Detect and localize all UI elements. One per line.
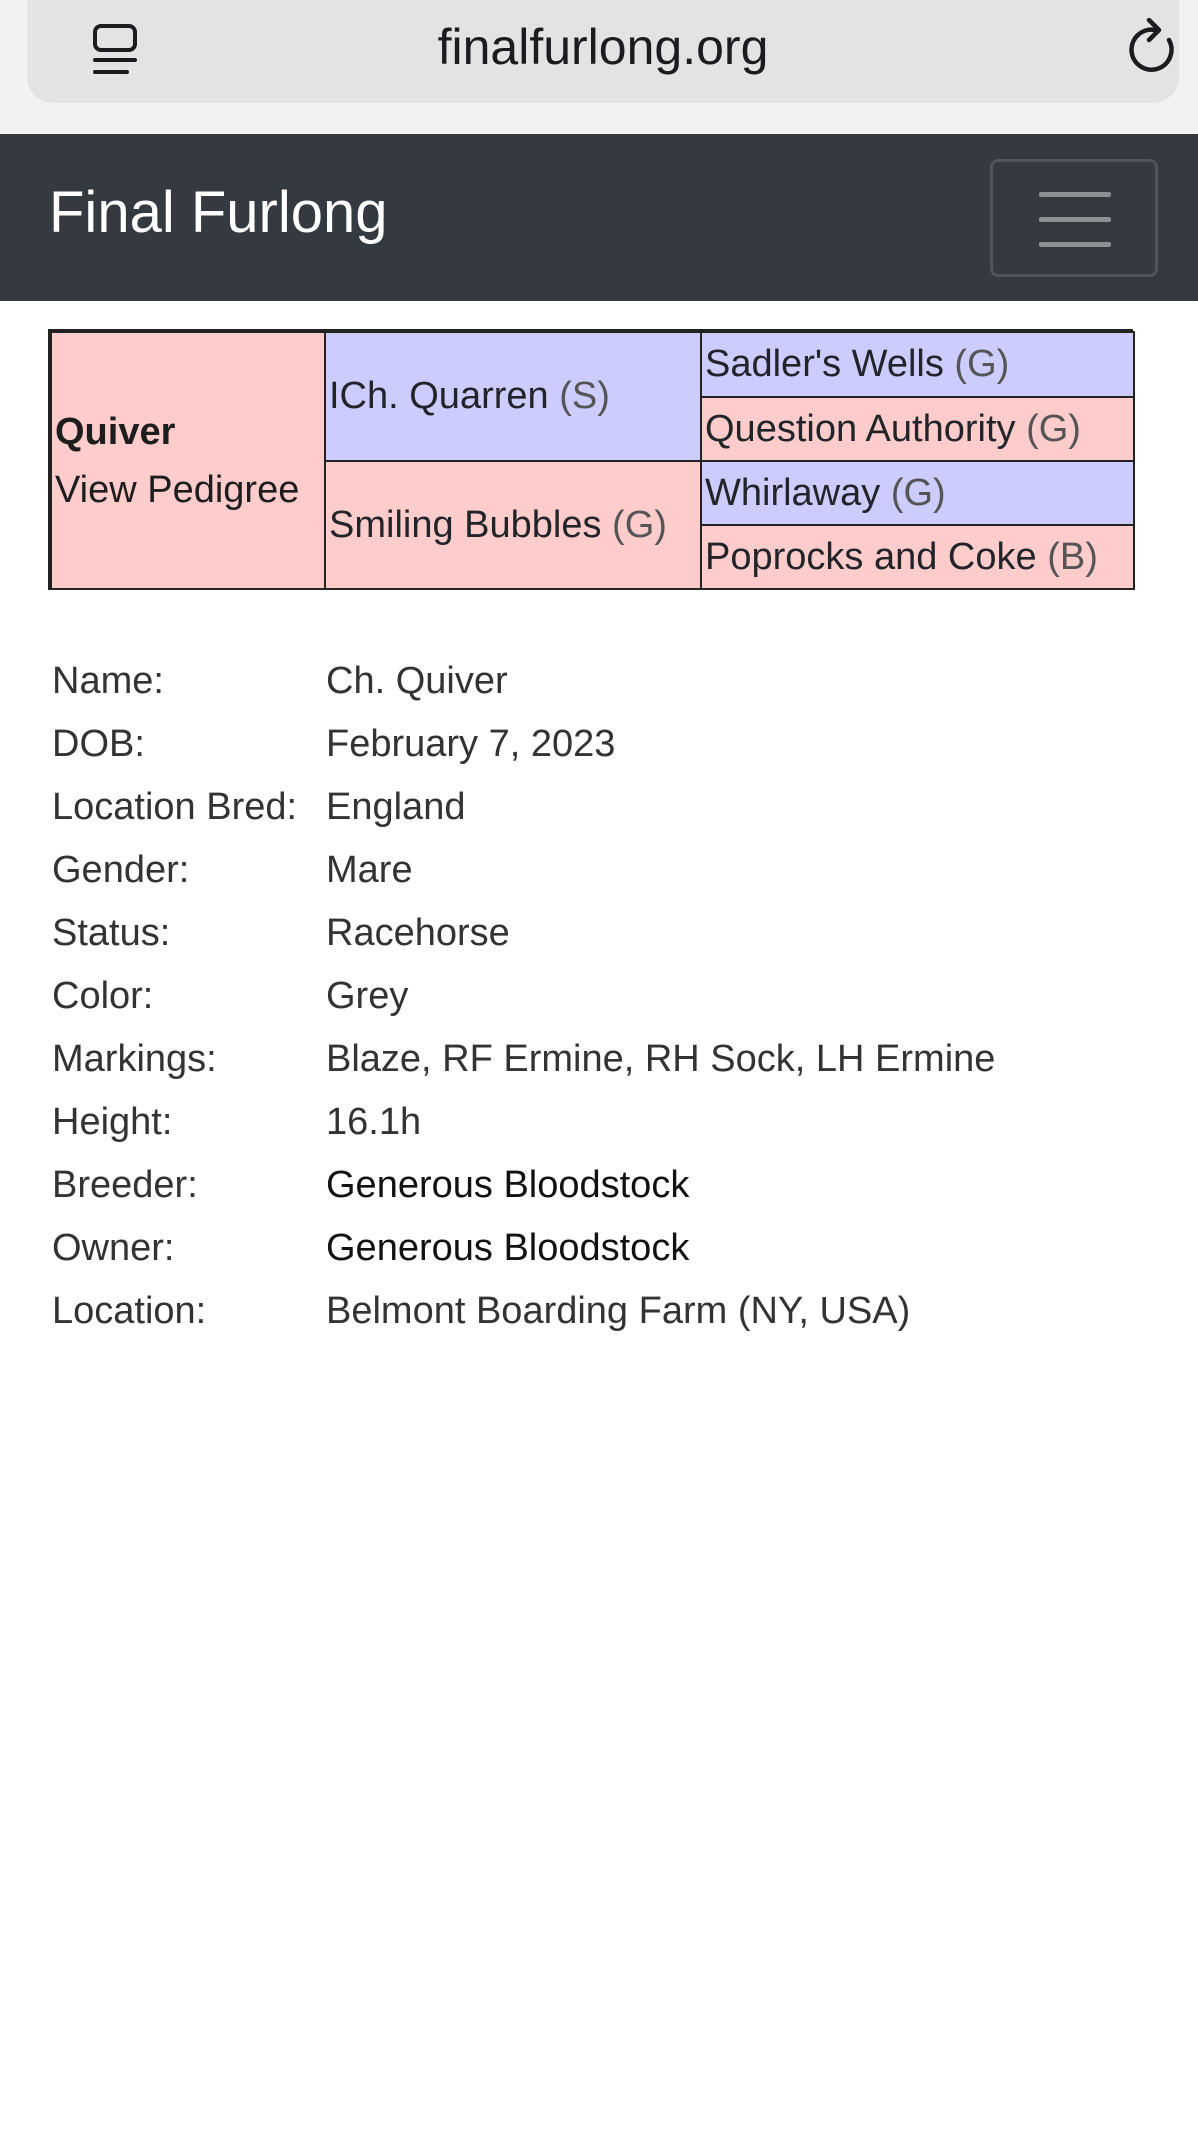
- pedigree-sire-dam-cell[interactable]: Question Authority (G): [700, 396, 1135, 462]
- detail-value: Ch. Quiver: [326, 660, 508, 702]
- dam-sire-tag: (G): [890, 471, 946, 514]
- detail-value: Belmont Boarding Farm (NY, USA): [326, 1290, 911, 1332]
- detail-value: England: [326, 786, 466, 828]
- detail-row-status: Status: Racehorse: [52, 902, 1152, 965]
- sire-dam-name[interactable]: Question Authority: [705, 408, 1016, 451]
- address-bar[interactable]: finalfurlong.org: [27, 0, 1179, 103]
- detail-row-markings: Markings: Blaze, RF Ermine, RH Sock, LH …: [52, 1028, 1152, 1091]
- dam-dam-name[interactable]: Poprocks and Coke: [705, 536, 1037, 579]
- horse-name[interactable]: Quiver: [55, 403, 175, 461]
- pedigree-horse-cell: Quiver View Pedigree: [50, 331, 326, 590]
- detail-row-gender: Gender: Mare: [52, 839, 1152, 902]
- sire-sire-name[interactable]: Sadler's Wells: [705, 343, 944, 386]
- detail-row-dob: DOB: February 7, 2023: [52, 713, 1152, 776]
- detail-label: Location:: [52, 1290, 207, 1332]
- navbar-toggler-button[interactable]: [990, 159, 1158, 277]
- sire-sire-tag: (G): [954, 343, 1010, 385]
- detail-value: 16.1h: [326, 1101, 422, 1143]
- detail-label: Owner:: [52, 1227, 175, 1269]
- horse-details: Name: Ch. Quiver DOB: February 7, 2023 L…: [52, 650, 1152, 1343]
- detail-label: Breeder:: [52, 1164, 198, 1206]
- pedigree-dam-dam-cell[interactable]: Poprocks and Coke (B): [700, 524, 1135, 590]
- view-pedigree-link[interactable]: View Pedigree: [55, 461, 299, 519]
- reload-icon[interactable]: [1125, 18, 1179, 78]
- detail-label: Name:: [52, 660, 164, 702]
- sire-tag: (S): [559, 375, 610, 417]
- detail-label: DOB:: [52, 723, 145, 765]
- browser-toolbar: finalfurlong.org: [0, 0, 1198, 134]
- pedigree-sire-cell[interactable]: ICh. Quarren (S): [324, 331, 702, 462]
- breeder-link[interactable]: Generous Bloodstock: [326, 1154, 689, 1217]
- detail-row-color: Color: Grey: [52, 965, 1152, 1028]
- owner-link[interactable]: Generous Bloodstock: [326, 1217, 689, 1280]
- detail-value: Blaze, RF Ermine, RH Sock, LH Ermine: [326, 1038, 996, 1080]
- dam-name[interactable]: Smiling Bubbles: [329, 504, 601, 547]
- detail-value: Grey: [326, 975, 409, 1017]
- detail-label: Markings:: [52, 1038, 217, 1080]
- pedigree-table: Quiver View Pedigree ICh. Quarren (S) Sm…: [48, 329, 1135, 590]
- sire-name[interactable]: ICh. Quarren: [329, 375, 549, 418]
- detail-row-breeder: Breeder: Generous Bloodstock: [52, 1154, 1152, 1217]
- detail-label: Location Bred:: [52, 786, 298, 828]
- detail-row-location-bred: Location Bred: England: [52, 776, 1152, 839]
- detail-label: Status:: [52, 912, 171, 954]
- detail-value: Racehorse: [326, 912, 510, 954]
- pedigree-sire-sire-cell[interactable]: Sadler's Wells (G): [700, 331, 1135, 398]
- detail-row-location: Location: Belmont Boarding Farm (NY, USA…: [52, 1280, 1152, 1343]
- detail-value: February 7, 2023: [326, 723, 616, 765]
- pedigree-dam-cell[interactable]: Smiling Bubbles (G): [324, 460, 702, 590]
- sire-dam-tag: (G): [1026, 407, 1081, 450]
- detail-row-height: Height: 16.1h: [52, 1091, 1152, 1154]
- navbar: Final Furlong: [0, 134, 1198, 301]
- dam-tag: (G): [612, 503, 667, 546]
- dam-sire-name[interactable]: Whirlaway: [705, 472, 880, 515]
- detail-label: Gender:: [52, 849, 190, 891]
- navbar-brand[interactable]: Final Furlong: [49, 184, 387, 242]
- url-text[interactable]: finalfurlong.org: [27, 18, 1179, 76]
- pedigree-dam-sire-cell[interactable]: Whirlaway (G): [700, 460, 1135, 526]
- detail-row-name: Name: Ch. Quiver: [52, 650, 1152, 713]
- detail-value: Mare: [326, 849, 413, 891]
- dam-dam-tag: (B): [1047, 535, 1098, 578]
- detail-label: Height:: [52, 1101, 173, 1143]
- detail-row-owner: Owner: Generous Bloodstock: [52, 1217, 1152, 1280]
- detail-label: Color:: [52, 975, 154, 1017]
